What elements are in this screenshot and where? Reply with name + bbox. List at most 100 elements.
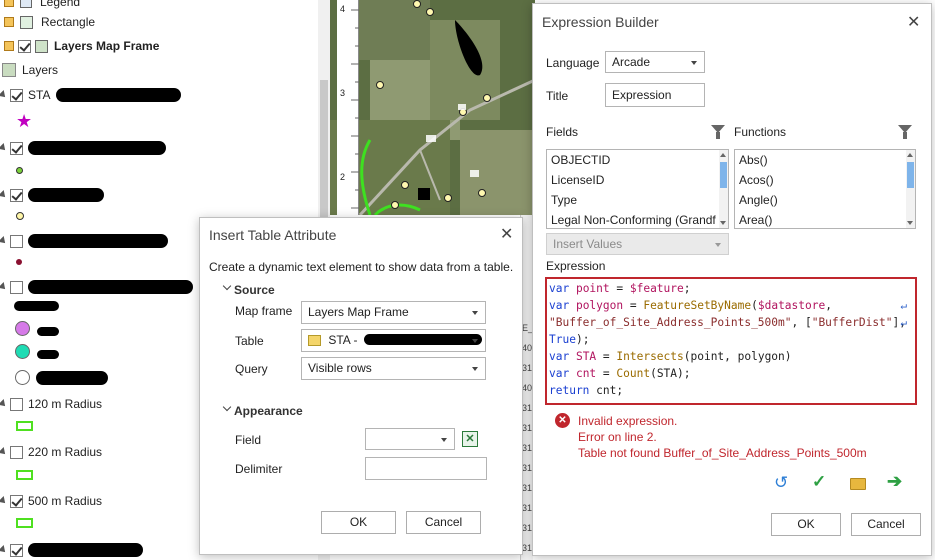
- filter-icon[interactable]: [711, 125, 725, 139]
- cancel-button[interactable]: Cancel: [851, 513, 921, 536]
- list-item[interactable]: Area(): [735, 210, 915, 228]
- language-label: Language: [546, 56, 600, 70]
- chevron-down-icon: [691, 61, 697, 65]
- expand-icon[interactable]: [0, 143, 8, 153]
- filter-icon[interactable]: [898, 125, 912, 139]
- toc-item-layer-5[interactable]: [0, 277, 193, 297]
- toc-item-sta[interactable]: STA: [0, 85, 182, 105]
- toc-item-map-frame[interactable]: Layers Map Frame: [4, 36, 159, 56]
- toc-item-500m[interactable]: 500 m Radius: [0, 491, 102, 511]
- map-view[interactable]: [330, 0, 535, 215]
- ok-button[interactable]: OK: [771, 513, 841, 536]
- toc-checkbox[interactable]: [10, 188, 23, 202]
- expand-icon[interactable]: [0, 282, 8, 292]
- delimiter-input[interactable]: [365, 457, 487, 480]
- toc-checkbox[interactable]: [10, 397, 23, 411]
- collapse-icon[interactable]: [222, 402, 232, 412]
- fields-scrollbar[interactable]: [719, 150, 728, 228]
- folder-icon[interactable]: [850, 478, 866, 490]
- toc-checkbox[interactable]: [10, 88, 23, 102]
- toc-item-layer-2[interactable]: [0, 138, 166, 158]
- list-item[interactable]: LicenseID: [547, 170, 728, 190]
- word-wrap-icon: ↵: [900, 316, 907, 329]
- language-select[interactable]: Arcade: [605, 51, 705, 73]
- title-input[interactable]: Expression: [605, 83, 705, 107]
- toc-checkbox[interactable]: [10, 141, 23, 155]
- toc-checkbox[interactable]: [10, 280, 23, 294]
- query-select[interactable]: Visible rows: [301, 357, 486, 380]
- scroll-down-icon[interactable]: [720, 221, 726, 225]
- scroll-up-icon[interactable]: [720, 153, 726, 157]
- expand-icon[interactable]: [0, 496, 8, 506]
- redacted-text: [36, 371, 108, 385]
- functions-list[interactable]: Abs() Acos() Angle() Area(): [734, 149, 916, 229]
- table-select[interactable]: STA -: [301, 329, 486, 352]
- expand-icon[interactable]: [0, 190, 8, 200]
- table-label: Table: [235, 334, 264, 348]
- list-item[interactable]: Abs(): [735, 150, 915, 170]
- scroll-down-icon[interactable]: [907, 221, 913, 225]
- chevron-down-icon: [441, 438, 447, 442]
- title-label: Title: [546, 89, 569, 103]
- expression-label: Expression: [546, 259, 606, 273]
- map-icon: [2, 63, 16, 77]
- map-frame-select[interactable]: Layers Map Frame: [301, 301, 486, 324]
- toc-item-layer-4[interactable]: [0, 231, 168, 251]
- polygon-symbol-icon: [16, 518, 33, 528]
- toc-checkbox[interactable]: [10, 445, 23, 459]
- expand-icon[interactable]: [0, 545, 8, 555]
- expand-icon[interactable]: [0, 447, 8, 457]
- toc-checkbox[interactable]: [10, 234, 23, 248]
- redacted-text: [37, 348, 59, 359]
- expand-icon[interactable]: [0, 236, 8, 246]
- verify-check-icon[interactable]: ✓: [812, 473, 826, 490]
- vertical-ruler: 4 3 2: [337, 0, 359, 215]
- insert-values-select[interactable]: Insert Values: [546, 233, 729, 255]
- expand-icon[interactable]: [0, 90, 8, 100]
- close-icon[interactable]: ✕: [500, 224, 513, 244]
- collapse-icon[interactable]: [222, 281, 232, 291]
- toc-item-220m[interactable]: 220 m Radius: [0, 442, 102, 462]
- expand-icon[interactable]: [0, 399, 8, 409]
- arrow-right-icon[interactable]: ➔: [887, 472, 902, 490]
- dialog-description: Create a dynamic text element to show da…: [209, 260, 514, 274]
- undo-icon[interactable]: ↺: [774, 474, 788, 491]
- toc-item-legend[interactable]: Legend: [4, 0, 80, 12]
- toc-checkbox[interactable]: [18, 39, 31, 53]
- fields-list[interactable]: OBJECTID LicenseID Type Legal Non-Confor…: [546, 149, 729, 229]
- toc-checkbox[interactable]: [10, 494, 23, 508]
- close-icon[interactable]: ✕: [907, 12, 920, 32]
- toc-checkbox[interactable]: [10, 543, 23, 557]
- appearance-section-header[interactable]: Appearance: [234, 404, 303, 418]
- language-value: Arcade: [612, 55, 651, 69]
- toc-item-layers[interactable]: Layers: [2, 60, 58, 80]
- list-item[interactable]: Angle(): [735, 190, 915, 210]
- ok-button[interactable]: OK: [321, 511, 396, 534]
- scroll-thumb[interactable]: [720, 162, 727, 188]
- query-value: Visible rows: [308, 361, 372, 375]
- redacted-text: [37, 325, 59, 336]
- toc-item-120m[interactable]: 120 m Radius: [0, 394, 102, 414]
- rectangle-icon: [20, 15, 33, 29]
- list-item[interactable]: Acos(): [735, 170, 915, 190]
- field-select[interactable]: [365, 428, 455, 450]
- toc-label: Rectangle: [41, 15, 96, 29]
- list-item[interactable]: OBJECTID: [547, 150, 728, 170]
- toc-item-layer-3[interactable]: [0, 185, 104, 205]
- code-line: var STA = Intersects(point, polygon): [549, 350, 792, 363]
- toc-item-rectangle[interactable]: Rectangle: [4, 12, 95, 32]
- map-frame-label: Map frame: [235, 304, 293, 318]
- list-item[interactable]: Type: [547, 190, 728, 210]
- ruler-label: 3: [340, 88, 346, 98]
- functions-scrollbar[interactable]: [906, 150, 915, 228]
- scroll-thumb[interactable]: [907, 162, 914, 188]
- list-item[interactable]: Legal Non-Conforming (Grandf: [547, 210, 728, 228]
- code-line: return cnt;: [549, 384, 624, 397]
- polygon-symbol-icon: [16, 470, 33, 480]
- scroll-up-icon[interactable]: [907, 153, 913, 157]
- source-section-header[interactable]: Source: [234, 283, 275, 297]
- expression-editor[interactable]: var point = $feature; var polygon = Feat…: [545, 277, 917, 405]
- expression-builder-icon[interactable]: ✕: [462, 431, 478, 447]
- toc-item-layer-last[interactable]: [0, 540, 143, 560]
- cancel-button[interactable]: Cancel: [406, 511, 481, 534]
